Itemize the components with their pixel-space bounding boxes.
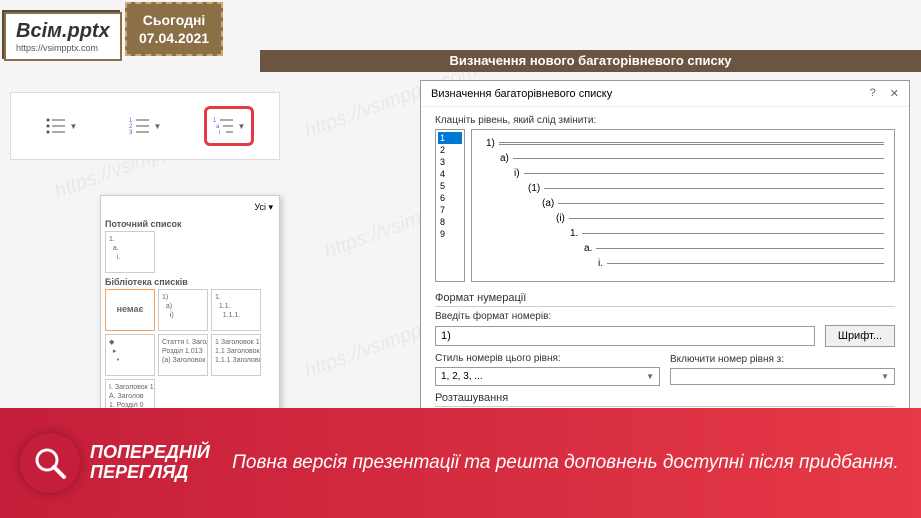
multilevel-button[interactable]: 1ai ▼ (204, 106, 254, 146)
logo-badge: Всім.pptx https://vsimpptx.com (4, 12, 122, 61)
level-item[interactable]: 1 (438, 132, 462, 144)
close-button[interactable]: ✕ (890, 87, 899, 100)
style-select[interactable]: 1, 2, 3, ...▼ (435, 367, 660, 386)
preview-marker: (i) (556, 213, 565, 224)
level-item[interactable]: 8 (438, 216, 462, 228)
svg-text:i: i (219, 130, 220, 135)
preview-marker: (1) (528, 183, 540, 194)
preview-marker: a) (500, 153, 509, 164)
preview-label-1: ПОПЕРЕДНІЙ (90, 443, 210, 463)
preview-marker: (a) (542, 198, 554, 209)
preview-marker: 1. (570, 228, 578, 239)
gallery-item[interactable]: 1 Заголовок 1- 1.1 Заголовок 1.1.1 Загол… (211, 334, 261, 376)
level-item[interactable]: 7 (438, 204, 462, 216)
preview-marker: 1) (486, 138, 495, 149)
gallery-section-current: Поточний список (105, 219, 275, 229)
level-item[interactable]: 9 (438, 228, 462, 240)
format-input[interactable]: 1) (435, 326, 815, 346)
level-item[interactable]: 6 (438, 192, 462, 204)
gallery-item-current[interactable]: 1. a. i. (105, 231, 155, 273)
ribbon-list-buttons: ▼ 123 ▼ 1ai ▼ (10, 92, 280, 160)
gallery-item[interactable]: 1) a) i) (158, 289, 208, 331)
numbering-button[interactable]: 123 ▼ (120, 106, 170, 146)
font-button[interactable]: Шрифт... (825, 325, 895, 347)
bullets-button[interactable]: ▼ (36, 106, 86, 146)
gallery-section-library: Бібліотека списків (105, 277, 275, 287)
format-group-label: Формат нумерації (435, 292, 895, 307)
include-label: Включити номер рівня з: (670, 354, 895, 365)
dropdown-arrow-icon: ▼ (238, 122, 246, 131)
magnifier-icon (20, 433, 80, 493)
preview-marker: a. (584, 243, 592, 254)
level-item[interactable]: 4 (438, 168, 462, 180)
gallery-item[interactable]: Стаття I. Загол Розділ 1.01З (a) Заголов… (158, 334, 208, 376)
chevron-down-icon: ▼ (881, 372, 889, 381)
level-item[interactable]: 2 (438, 144, 462, 156)
click-level-label: Клацніть рівень, який слід змінити: (435, 115, 895, 126)
logo-url: https://vsimpptx.com (16, 43, 110, 53)
position-group-label: Розташування (435, 392, 895, 407)
svg-text:3: 3 (129, 130, 133, 135)
all-dropdown[interactable]: Усі ▾ (254, 202, 273, 213)
preview-label-2: ПЕРЕГЛЯД (90, 463, 210, 483)
dropdown-arrow-icon: ▼ (154, 122, 162, 131)
style-label: Стиль номерів цього рівня: (435, 353, 660, 364)
gallery-item[interactable]: ◆ ▸ • (105, 334, 155, 376)
level-item[interactable]: 5 (438, 180, 462, 192)
dropdown-arrow-icon: ▼ (70, 122, 78, 131)
help-button[interactable]: ? (870, 87, 876, 100)
today-label: Сьогодні (139, 12, 209, 28)
gallery-item[interactable]: 1. 1.1. 1.1.1. (211, 289, 261, 331)
include-select[interactable]: ▼ (670, 368, 895, 385)
banner-message: Повна версія презентації та решта доповн… (230, 452, 921, 474)
dialog-title: Визначення багаторівневого списку (431, 88, 612, 100)
page-title: Визначення нового багаторівневого списку (260, 50, 921, 72)
date-badge: Сьогодні 07.04.2021 (125, 2, 223, 56)
chevron-down-icon: ▼ (646, 372, 654, 381)
preview-banner: ПОПЕРЕДНІЙ ПЕРЕГЛЯД Повна версія презент… (0, 408, 921, 518)
level-item[interactable]: 3 (438, 156, 462, 168)
level-listbox[interactable]: 1 2 3 4 5 6 7 8 9 (435, 129, 465, 282)
gallery-item-none[interactable]: немає (105, 289, 155, 331)
list-preview: 1) a) i) (1) (a) (i) 1. a. i. (471, 129, 895, 282)
date-value: 07.04.2021 (139, 30, 209, 46)
enter-format-label: Введіть формат номерів: (435, 311, 895, 322)
preview-marker: i. (598, 258, 603, 269)
logo-title: Всім.pptx (16, 20, 110, 43)
preview-marker: i) (514, 168, 520, 179)
